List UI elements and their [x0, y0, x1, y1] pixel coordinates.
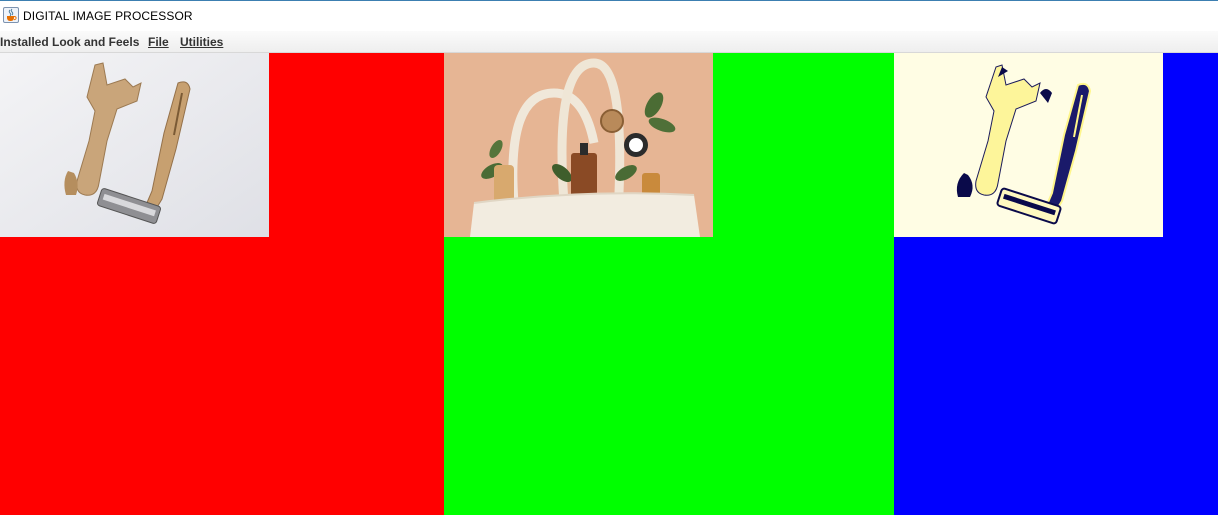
menu-file[interactable]: File [148, 35, 169, 49]
menu-utilities[interactable]: Utilities [180, 35, 223, 49]
razor-original-photo [0, 53, 269, 237]
green-panel [444, 53, 894, 515]
window-title: DIGITAL IMAGE PROCESSOR [23, 9, 193, 23]
razor-inverted-photo [894, 53, 1163, 237]
title-bar: DIGITAL IMAGE PROCESSOR [0, 0, 1218, 31]
menu-bar: Installed Look and Feels File Utilities [0, 31, 1218, 53]
menu-utilities-label: Utilities [180, 35, 224, 49]
tote-bag-cosmetics-photo [444, 53, 713, 237]
java-cup-icon [3, 7, 19, 23]
red-panel [0, 53, 444, 515]
blue-panel [894, 53, 1218, 515]
menu-installed-look-and-feels[interactable]: Installed Look and Feels [0, 35, 139, 49]
menu-file-label: File [148, 35, 169, 49]
